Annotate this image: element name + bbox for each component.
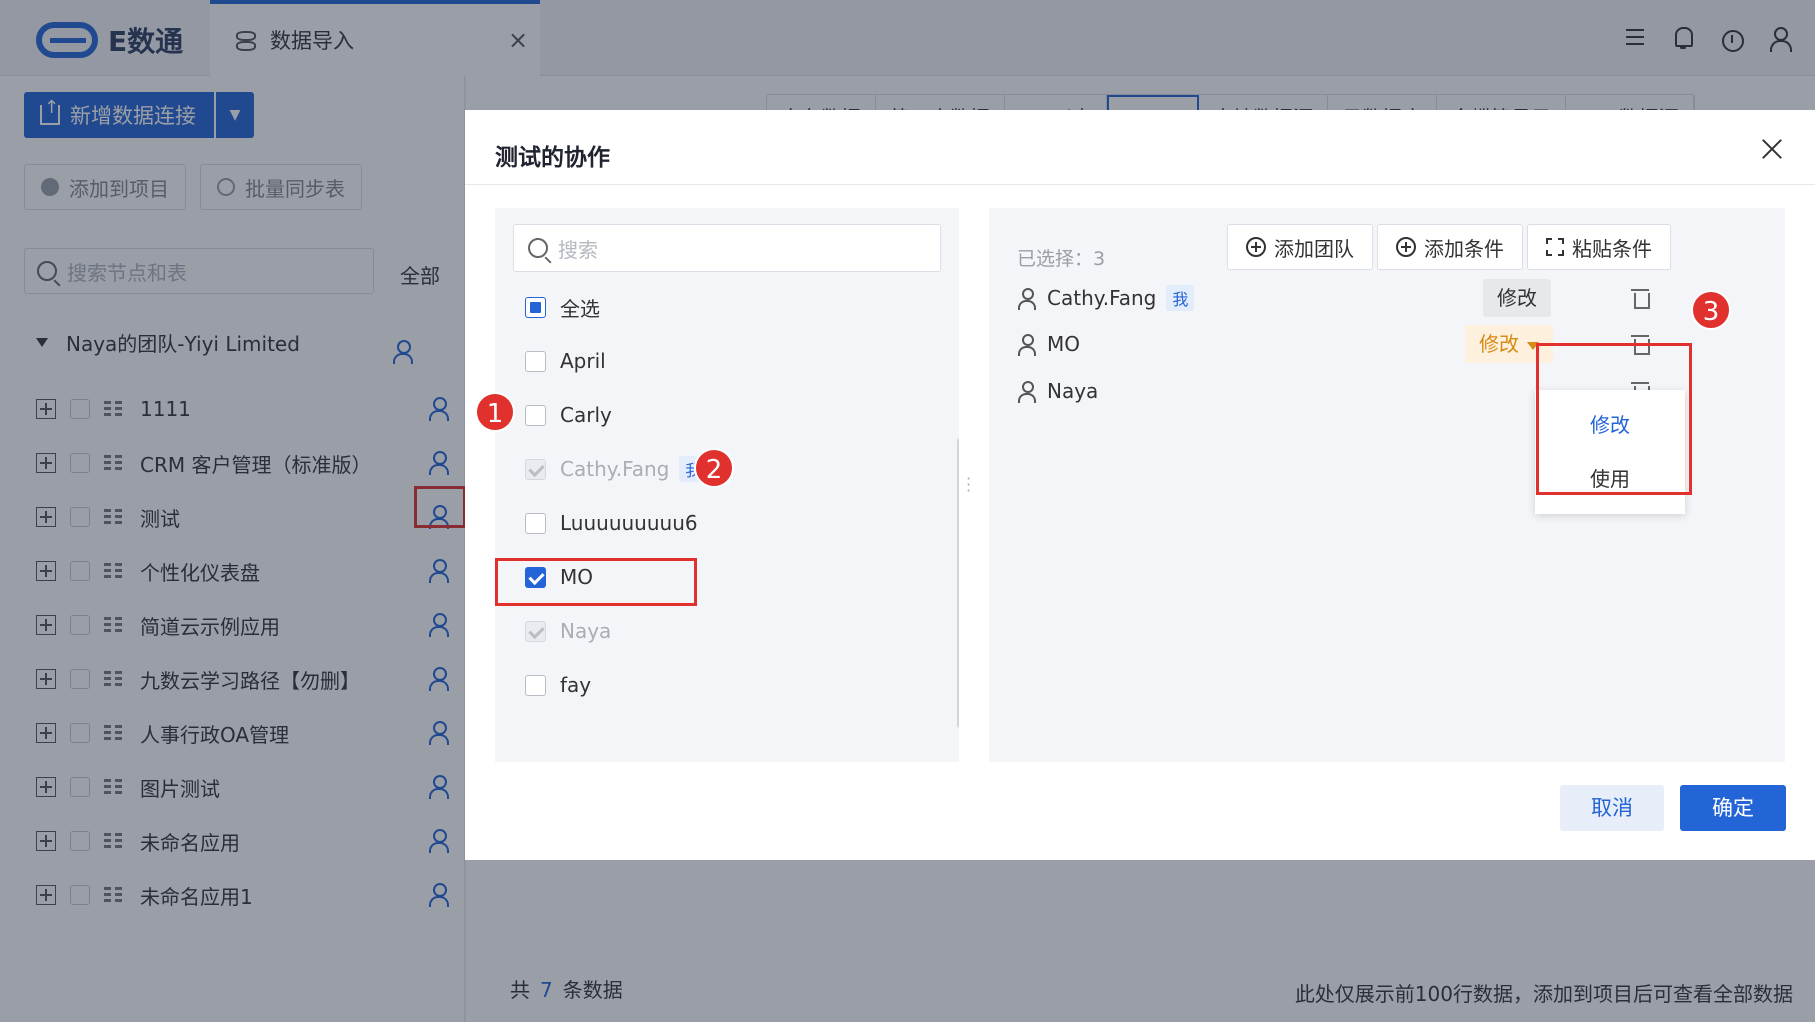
select-all-row[interactable]: 全选 — [525, 280, 905, 334]
member-row[interactable]: fay — [525, 658, 905, 712]
add-condition-button[interactable]: 添加条件 — [1377, 224, 1523, 270]
plus-circle-icon — [1396, 237, 1416, 257]
close-icon[interactable] — [1757, 134, 1787, 164]
search-icon — [528, 238, 548, 258]
selected-member-name: Cathy.Fang — [1047, 286, 1157, 310]
member-panel: 搜索 全选 AprilCarlyCathy.Fang我Luuuuuuuuu6MO… — [495, 208, 959, 762]
highlight-mo-checkbox — [495, 558, 697, 606]
step-badge-1: 1 — [475, 392, 515, 432]
add-condition-label: 添加条件 — [1424, 236, 1504, 261]
me-tag: 我 — [1166, 285, 1195, 311]
plus-circle-icon — [1246, 237, 1266, 257]
add-team-label: 添加团队 — [1274, 236, 1354, 261]
member-row[interactable]: April — [525, 334, 905, 388]
member-checkbox — [525, 620, 546, 642]
member-search-placeholder: 搜索 — [558, 237, 598, 262]
highlight-permission-dropdown — [1536, 343, 1692, 495]
member-name: April — [560, 349, 606, 373]
selected-count: 已选择：3 — [1017, 248, 1106, 270]
step-badge-2: 2 — [694, 448, 734, 488]
member-name: Luuuuuuuuu6 — [560, 511, 698, 535]
paste-condition-button[interactable]: 粘贴条件 — [1527, 224, 1671, 270]
collaboration-dialog: 测试的协作 搜索 全选 April Carly Cathy.Fang 我 Luuuuuu… — [465, 110, 1815, 860]
member-name: Carly — [560, 403, 612, 427]
selected-member-name: Naya — [1047, 379, 1099, 403]
member-checkbox[interactable] — [525, 404, 546, 426]
person-icon — [1017, 380, 1037, 403]
select-all-label: 全选 — [560, 296, 600, 321]
cancel-button[interactable]: 取消 — [1560, 785, 1664, 831]
member-row[interactable]: Carly — [525, 388, 905, 442]
selected-member-row: Cathy.Fang 我 — [1017, 278, 1777, 318]
person-icon — [1017, 333, 1037, 356]
delete-icon[interactable] — [1631, 287, 1650, 309]
member-name: Cathy.Fang — [560, 457, 670, 481]
member-scrollbar[interactable] — [957, 438, 959, 728]
paste-icon — [1546, 238, 1564, 256]
member-name: fay — [560, 673, 592, 697]
member-row[interactable]: Luuuuuuuuu6 — [525, 496, 905, 550]
select-all-checkbox[interactable] — [525, 296, 546, 318]
member-checkbox — [525, 458, 546, 480]
member-name: Naya — [560, 619, 612, 643]
paste-condition-label: 粘贴条件 — [1572, 236, 1652, 261]
person-icon — [1017, 287, 1037, 310]
splitter-handle[interactable]: · · · — [966, 471, 971, 499]
dialog-divider — [465, 184, 1815, 185]
selected-member-name: MO — [1047, 332, 1080, 356]
member-checkbox[interactable] — [525, 350, 546, 372]
permission-button[interactable]: 修改 — [1483, 279, 1551, 317]
member-search-input[interactable]: 搜索 — [513, 224, 941, 272]
dialog-title: 测试的协作 — [495, 145, 610, 171]
step-badge-3: 3 — [1691, 290, 1731, 330]
confirm-button[interactable]: 确定 — [1680, 785, 1786, 831]
add-team-button[interactable]: 添加团队 — [1227, 224, 1373, 270]
member-checkbox[interactable] — [525, 674, 546, 696]
permission-select-value: 修改 — [1479, 332, 1519, 356]
member-list: 全选 AprilCarlyCathy.Fang我Luuuuuuuuu6MONay… — [525, 280, 905, 712]
member-row: Naya — [525, 604, 905, 658]
member-checkbox[interactable] — [525, 512, 546, 534]
